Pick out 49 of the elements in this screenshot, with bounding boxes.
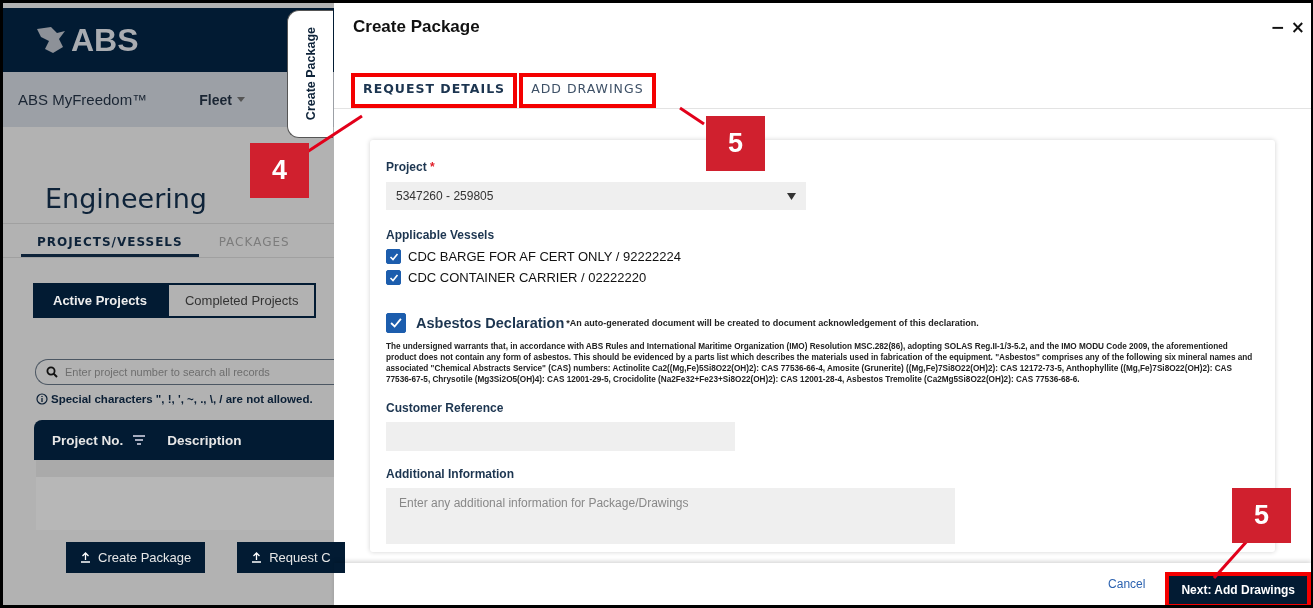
callout-badge: 5: [1232, 488, 1291, 543]
page-tab[interactable]: PROJECTS/VESSELS: [21, 224, 199, 257]
additional-info-field[interactable]: Enter any additional information for Package/Drawings: [386, 488, 955, 544]
search-field[interactable]: Enter project number to search all records: [35, 359, 334, 385]
info-icon: [36, 393, 48, 405]
nav-menu[interactable]: Fleet: [199, 91, 245, 108]
checkbox[interactable]: [386, 249, 401, 264]
dialog-tab[interactable]: ADD DRAWINGS: [521, 75, 654, 106]
field-label: Applicable Vessels: [386, 228, 496, 242]
declaration-note: *An auto-generated document will be created to document acknowledgement of this declaration.: [566, 318, 979, 328]
upload-icon: [251, 552, 263, 563]
cancel-link[interactable]: Cancel: [1108, 577, 1146, 591]
dialog-title: Create Package: [353, 17, 480, 37]
field-label: Project: [386, 160, 427, 174]
filter-icon[interactable]: [133, 435, 146, 445]
caret-icon: [787, 192, 796, 200]
checkmark-icon: [388, 272, 399, 283]
filter-toggle[interactable]: Active Projects: [33, 283, 167, 318]
note-text: Special characters ", !, ', ~, ., \, / are not allowed.: [51, 393, 313, 405]
declaration-text: The undersigned warrants that, in accordance with ABS Rules and International Maritime Organization (IMO) Resolution MSC.282(86), adopting SOLAS Reg.II-1/3-5.2, and the IMO MODU Code 2009, the aforementioned product does not contain any form of asbestos. This should be evidenced by a parts list which describes the materials used in fabrication of the equipment. "Asbestos" comprises any of the following six mineral names and associated "Chemical Abstracts Service" (CAS) numbers: Actinolite Ca2((Mg,Fe)5Si8O22(OH)2): CAS 77536-66-4, Amosite (Grunerite) ((Mg,Fe)7Si8O22(OH)2): CAS 12172-73-5, Anthophyllite ((Mg,Fe)7Si8O22(OH)2): CAS 77536-67-5, Chrysotile (Mg3Si2O5(OH)4): CAS 12001-29-5, Crocidolite (Na2Fe32+Fe23+Si8O22(OH)2): CAS 12001-28-4, Asbestos Tremolite (Ca2Mg5Si8O22(OH)2): CAS 77536-68-6.: [386, 341, 1254, 385]
callout-badge: 4: [250, 143, 309, 198]
vessel-label: CDC BARGE FOR AF CERT ONLY / 92222224: [408, 249, 681, 264]
column-header[interactable]: Description: [167, 432, 242, 448]
project-dropdown[interactable]: 5347260 - 259805: [386, 182, 806, 210]
vessel-label: CDC CONTAINER CARRIER / 02222220: [408, 270, 647, 285]
checkbox[interactable]: [386, 313, 406, 333]
dialog-tab[interactable]: REQUEST DETAILS: [353, 75, 516, 106]
required-mark: *: [430, 160, 435, 174]
field-label: Customer Reference: [386, 401, 505, 415]
column-header[interactable]: Project No.: [52, 432, 124, 448]
action-button[interactable]: Request C: [237, 542, 345, 573]
close-button[interactable]: ×: [1288, 17, 1307, 37]
checkmark-icon: [389, 316, 403, 330]
logo-text: ABS: [71, 21, 139, 59]
caret-icon: [236, 97, 245, 102]
checkmark-icon: [388, 251, 399, 262]
checkbox[interactable]: [386, 270, 401, 285]
search-icon: [46, 366, 58, 378]
minimize-button[interactable]: −: [1268, 17, 1287, 37]
declaration-title: Asbestos Declaration: [416, 315, 565, 331]
leader-line: [679, 106, 705, 126]
upload-icon: [80, 552, 91, 563]
field-label: Additional Information: [386, 467, 515, 481]
callout-badge: 5: [706, 116, 765, 171]
side-tab[interactable]: Create Package: [287, 10, 333, 138]
action-button[interactable]: Create Package: [66, 542, 206, 573]
filter-toggle[interactable]: Completed Projects: [166, 283, 317, 318]
page-heading: Engineering: [45, 183, 207, 214]
app-name: ABS MyFreedom™: [18, 91, 148, 108]
